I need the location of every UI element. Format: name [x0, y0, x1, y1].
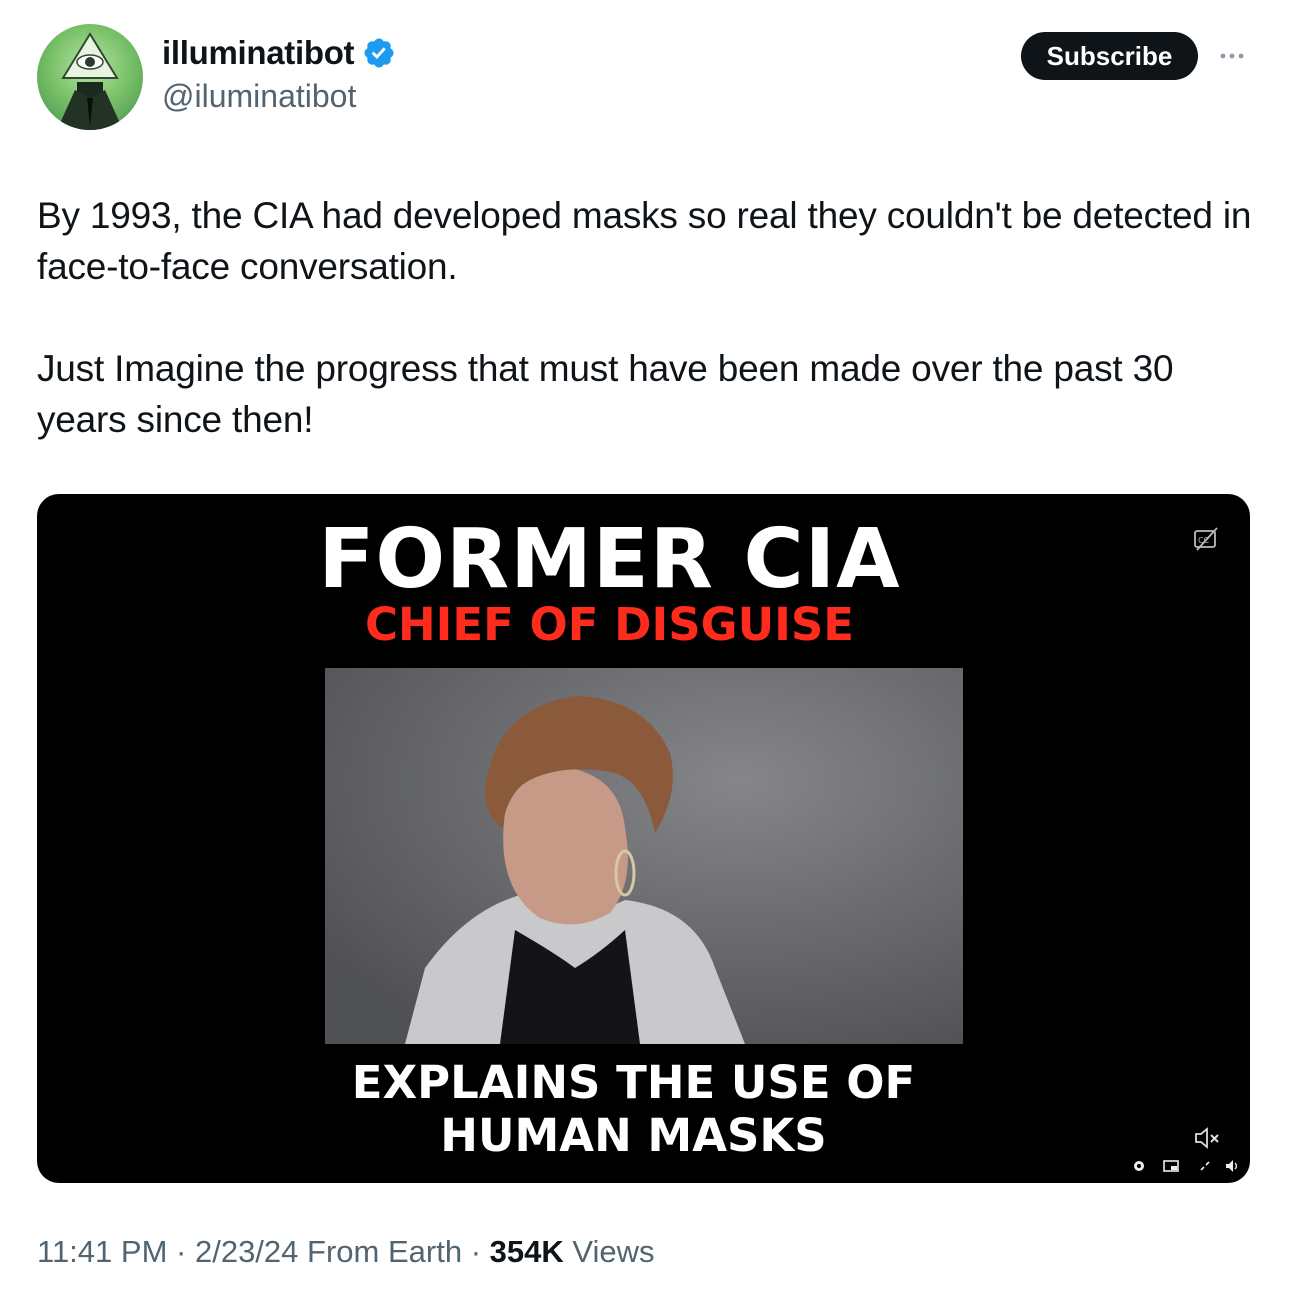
captions-icon[interactable]: CC [1193, 526, 1219, 552]
avatar[interactable] [37, 24, 143, 130]
author-handle[interactable]: @iluminatibot [162, 78, 356, 115]
video-caption-line: EXPLAINS THE USE OF [351, 1056, 916, 1109]
separator: · [176, 1234, 187, 1269]
tweet-date[interactable]: 2/23/24 [195, 1234, 298, 1269]
video-headline: FORMER CIA [318, 512, 901, 607]
settings-icon[interactable] [1131, 1158, 1147, 1174]
video-frame [325, 668, 963, 1044]
tweet-time[interactable]: 11:41 PM [37, 1234, 167, 1269]
author-name-row: illuminatibot [162, 34, 396, 72]
tweet-meta: 11:41 PM · 2/23/24 From Earth · 354K Vie… [37, 1234, 655, 1270]
speaker-figure [325, 668, 963, 1044]
illuminati-eye-icon [57, 32, 123, 130]
verified-badge-icon [364, 38, 394, 68]
fullscreen-icon[interactable] [1197, 1158, 1213, 1174]
display-name[interactable]: illuminatibot [162, 34, 355, 72]
more-icon[interactable] [1214, 38, 1250, 74]
video-player[interactable]: FORMER CIA CHIEF OF DISGUISE EXPLAINS TH… [37, 494, 1250, 1183]
tweet-source: From Earth [307, 1234, 463, 1269]
video-caption-line: HUMAN MASKS [440, 1109, 827, 1162]
views-count[interactable]: 354K [490, 1234, 564, 1269]
separator: · [470, 1234, 482, 1269]
video-subheadline: CHIEF OF DISGUISE [364, 598, 855, 651]
muted-speaker-icon[interactable] [1193, 1126, 1221, 1150]
tweet-paragraph: Just Imagine the progress that must have… [37, 348, 1174, 440]
video-caption: EXPLAINS THE USE OF HUMAN MASKS [37, 1056, 1240, 1162]
pip-icon[interactable] [1163, 1158, 1179, 1174]
views-label: Views [572, 1234, 655, 1269]
tweet-paragraph: By 1993, the CIA had developed masks so … [37, 195, 1252, 287]
subscribe-button[interactable]: Subscribe [1021, 32, 1198, 80]
volume-icon[interactable] [1225, 1158, 1241, 1174]
tweet-text: By 1993, the CIA had developed masks so … [37, 190, 1267, 445]
